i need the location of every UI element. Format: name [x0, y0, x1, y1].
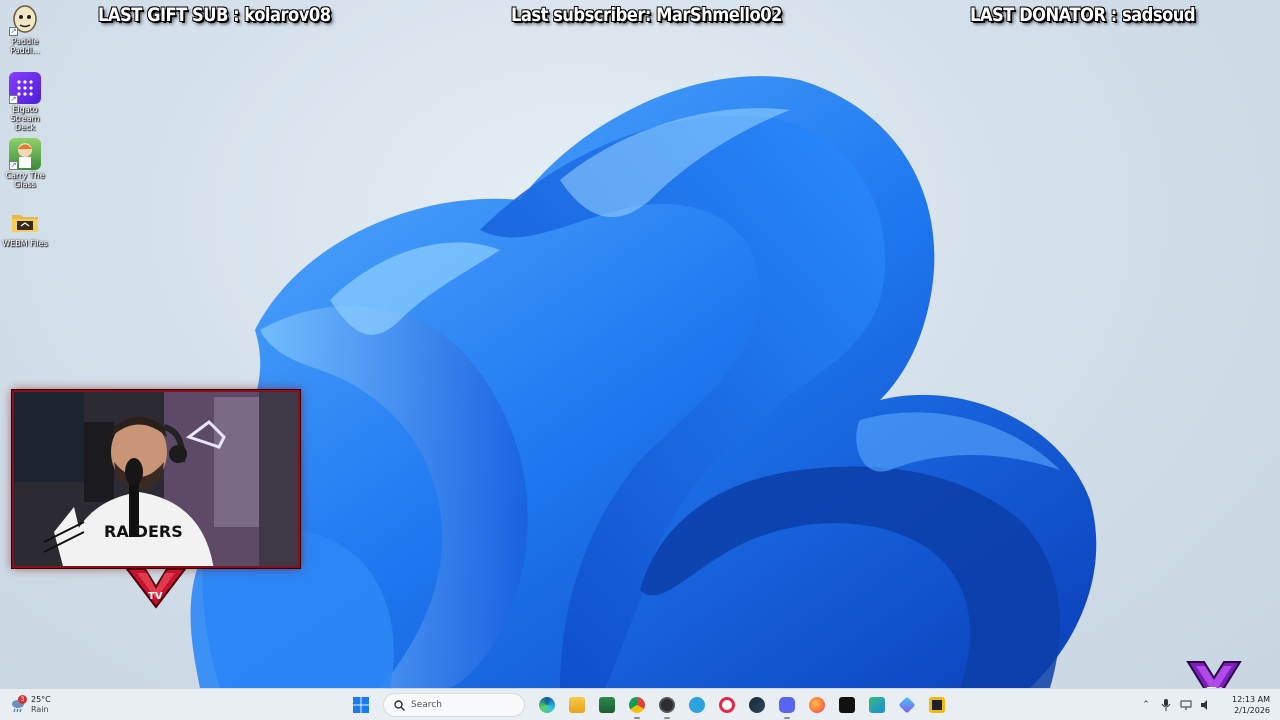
microsoft-store-icon: [599, 697, 615, 713]
paint-icon: [869, 697, 885, 713]
desktop-icon-label: Paddle Paddl...: [10, 37, 40, 55]
desktop-icon-webm-files[interactable]: WEBM Files: [2, 206, 48, 248]
rain-cloud-icon: 3: [10, 695, 27, 713]
channel-logo-text: TV: [148, 591, 163, 602]
webcam-feed: RAIDERS: [12, 390, 300, 568]
shortcut-arrow-icon: ↗: [9, 27, 18, 36]
taskbar-chrome[interactable]: [625, 693, 649, 719]
windows-logo-icon: [353, 697, 369, 713]
taskbar-binance[interactable]: [925, 693, 949, 717]
capcut-icon: [839, 697, 855, 713]
clock-time: 12:13 AM: [1232, 695, 1270, 704]
edge-icon: [539, 697, 555, 713]
steam-icon: [749, 697, 765, 713]
microphone-icon[interactable]: [1160, 699, 1172, 711]
desktop-icon-stream-deck[interactable]: ↗ Elgato Stream Deck: [2, 72, 48, 132]
clock[interactable]: 12:13 AM 2/1/2026: [1232, 694, 1270, 716]
taskbar-telegram[interactable]: [685, 693, 709, 717]
desktop-icon-label: Elgato Stream Deck: [10, 105, 40, 132]
shortcut-arrow-icon: ↗: [9, 95, 18, 104]
chrome-icon: [629, 697, 645, 713]
folder-icon: [9, 206, 41, 238]
paddle-game-icon: ↗: [9, 4, 41, 36]
taskbar-firefox[interactable]: [805, 693, 829, 717]
taskbar-obs[interactable]: [655, 693, 679, 719]
taskbar-discord[interactable]: [775, 693, 799, 719]
firefox-icon: [809, 697, 825, 713]
system-tray: ⌃ 12:13 AM 2/1/2026: [1140, 692, 1270, 718]
clock-date: 2/1/2026: [1234, 706, 1270, 715]
search-placeholder: Search: [411, 700, 442, 710]
last-gift-sub-text: LAST GIFT SUB : kolarov08: [98, 4, 331, 26]
desktop-icon-paddle[interactable]: ↗ Paddle Paddl...: [2, 4, 48, 55]
taskbar-opera[interactable]: [715, 693, 739, 717]
taskbar-search-box[interactable]: Search: [383, 693, 525, 717]
chevron-up-icon[interactable]: ⌃: [1140, 699, 1152, 711]
webcam-shirt-text: RAIDERS: [104, 522, 183, 541]
opera-gx-icon: [719, 697, 735, 713]
vs-code-icon: [898, 696, 916, 714]
discord-icon: [779, 697, 795, 713]
weather-temp: 25°C: [31, 695, 51, 704]
taskbar: 3 25°C Rain Search ⌃ 12:13 AM 2/1/2026: [0, 688, 1280, 720]
start-button[interactable]: [349, 693, 373, 717]
last-donator-text: LAST DONATOR : sadsoud: [970, 4, 1196, 26]
taskbar-file-explorer[interactable]: [565, 693, 589, 717]
telegram-icon: [689, 697, 705, 713]
taskbar-edge[interactable]: [535, 693, 559, 717]
file-explorer-icon: [569, 697, 585, 713]
weather-badge: 3: [18, 695, 27, 704]
stream-deck-icon: ↗: [9, 72, 41, 104]
shortcut-arrow-icon: ↗: [9, 161, 18, 170]
desktop-icon-label: WEBM Files: [2, 239, 48, 248]
binance-icon: [929, 697, 945, 713]
taskbar-paint[interactable]: [865, 693, 889, 717]
network-icon[interactable]: [1180, 699, 1192, 711]
taskbar-vscode[interactable]: [895, 693, 919, 717]
desktop-wallpaper: [0, 0, 1280, 688]
carry-the-glass-icon: ↗: [9, 138, 41, 170]
obs-icon: [659, 697, 675, 713]
weather-widget[interactable]: 3 25°C Rain: [10, 693, 51, 717]
search-icon: [394, 699, 405, 711]
weather-condition: Rain: [31, 705, 49, 714]
taskbar-capcut[interactable]: [835, 693, 859, 717]
desktop-icon-carry-the-glass[interactable]: ↗ Carry The Glass: [2, 138, 48, 189]
taskbar-steam[interactable]: [745, 693, 769, 717]
desktop-icon-label: Carry The Glass: [5, 171, 45, 189]
last-subscriber-text: Last subscriber: MarShmello02: [511, 4, 782, 26]
channel-logo: TV: [124, 565, 188, 609]
taskbar-store[interactable]: [595, 693, 619, 717]
volume-icon[interactable]: [1200, 699, 1212, 711]
